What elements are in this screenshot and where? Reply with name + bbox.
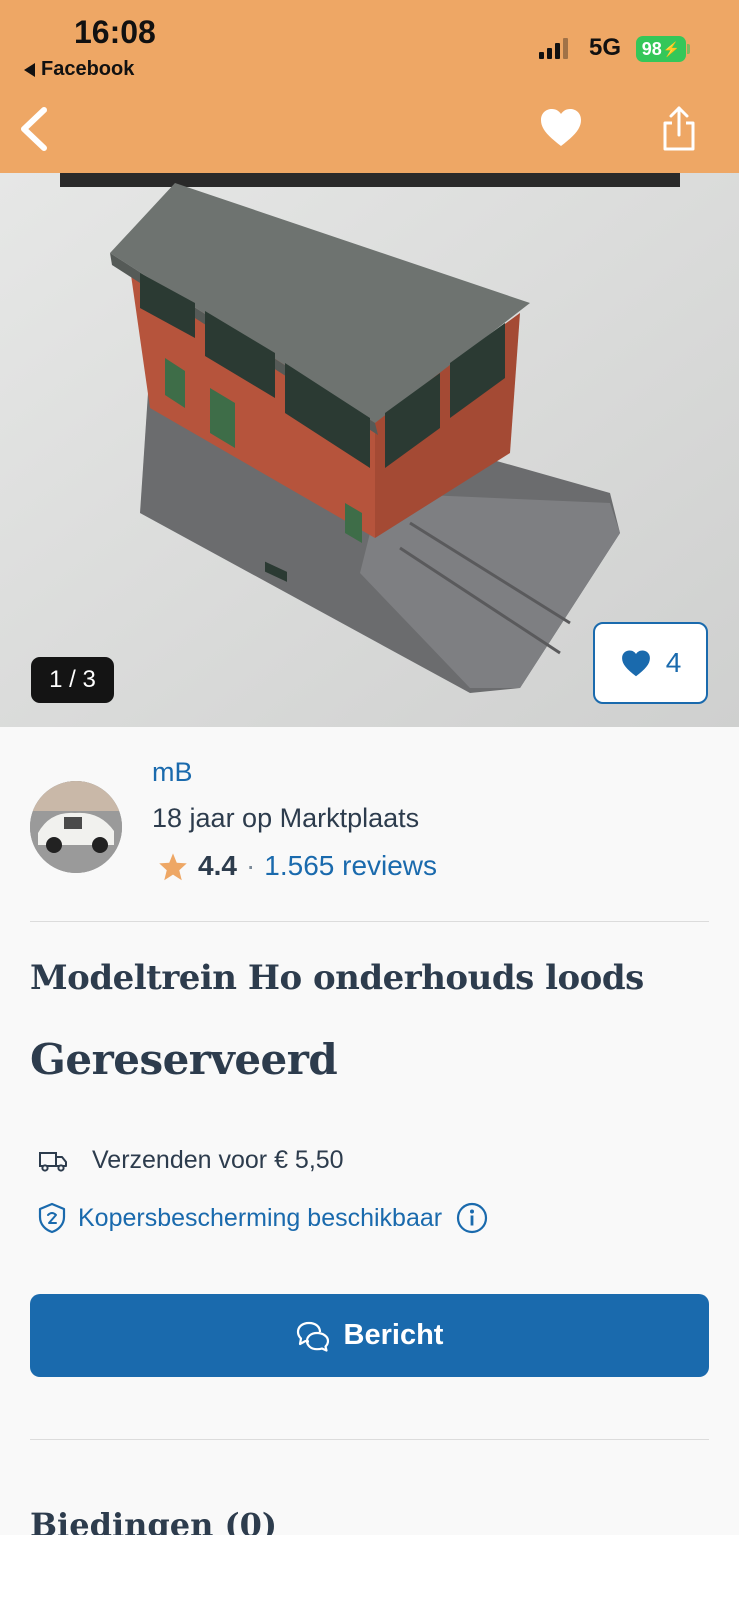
divider [30, 921, 709, 922]
rating-score: 4.4 [198, 850, 237, 881]
buyer-protection-link[interactable]: Kopersbescherming beschikbaar [38, 1202, 488, 1234]
photo-counter: 1 / 3 [31, 657, 114, 703]
seller-rating: 4.4 · 1.565 reviews [158, 850, 437, 882]
favorites-count-button[interactable]: 4 [593, 622, 708, 704]
signal-icon [539, 37, 568, 59]
heart-icon[interactable] [538, 105, 584, 151]
status-time: 16:08 [74, 14, 156, 50]
shipping-info: Verzenden voor € 5,50 [38, 1146, 344, 1175]
heart-icon [621, 650, 650, 677]
network-label: 5G [589, 34, 622, 61]
back-to-app-link[interactable]: Facebook [24, 58, 134, 81]
listing-title: Modeltrein Ho onderhouds loods [30, 958, 644, 998]
avatar[interactable] [30, 781, 122, 873]
favorites-count: 4 [665, 647, 682, 678]
chat-icon [296, 1321, 329, 1352]
message-button-label: Bericht [343, 1319, 444, 1351]
shield-icon [38, 1202, 66, 1234]
buyer-protection-label: Kopersbescherming beschikbaar [78, 1203, 443, 1232]
star-icon [159, 852, 187, 880]
back-app-label: Facebook [41, 58, 135, 80]
message-button[interactable]: Bericht [30, 1294, 709, 1377]
chevron-left-icon[interactable] [14, 104, 54, 154]
back-triangle-icon [24, 62, 35, 77]
listing-status: Gereserveerd [30, 1035, 338, 1084]
seller-name-link[interactable]: mB [152, 757, 193, 788]
seller-years: 18 jaar op Marktplaats [152, 803, 420, 833]
bids-heading: Biedingen (0) [30, 1506, 278, 1535]
seller-avatar-image [30, 781, 122, 873]
truck-icon [39, 1151, 67, 1172]
rating-separator: · [245, 850, 256, 881]
share-icon[interactable] [660, 105, 698, 153]
info-icon[interactable] [456, 1202, 488, 1234]
reviews-link[interactable]: 1.565 reviews [264, 850, 437, 882]
battery-tip [687, 44, 690, 54]
battery-level: 98 [641, 38, 662, 59]
battery-icon: 98 ⚡ [636, 36, 686, 62]
shipping-label: Verzenden voor € 5,50 [92, 1146, 344, 1174]
divider [30, 1439, 709, 1440]
